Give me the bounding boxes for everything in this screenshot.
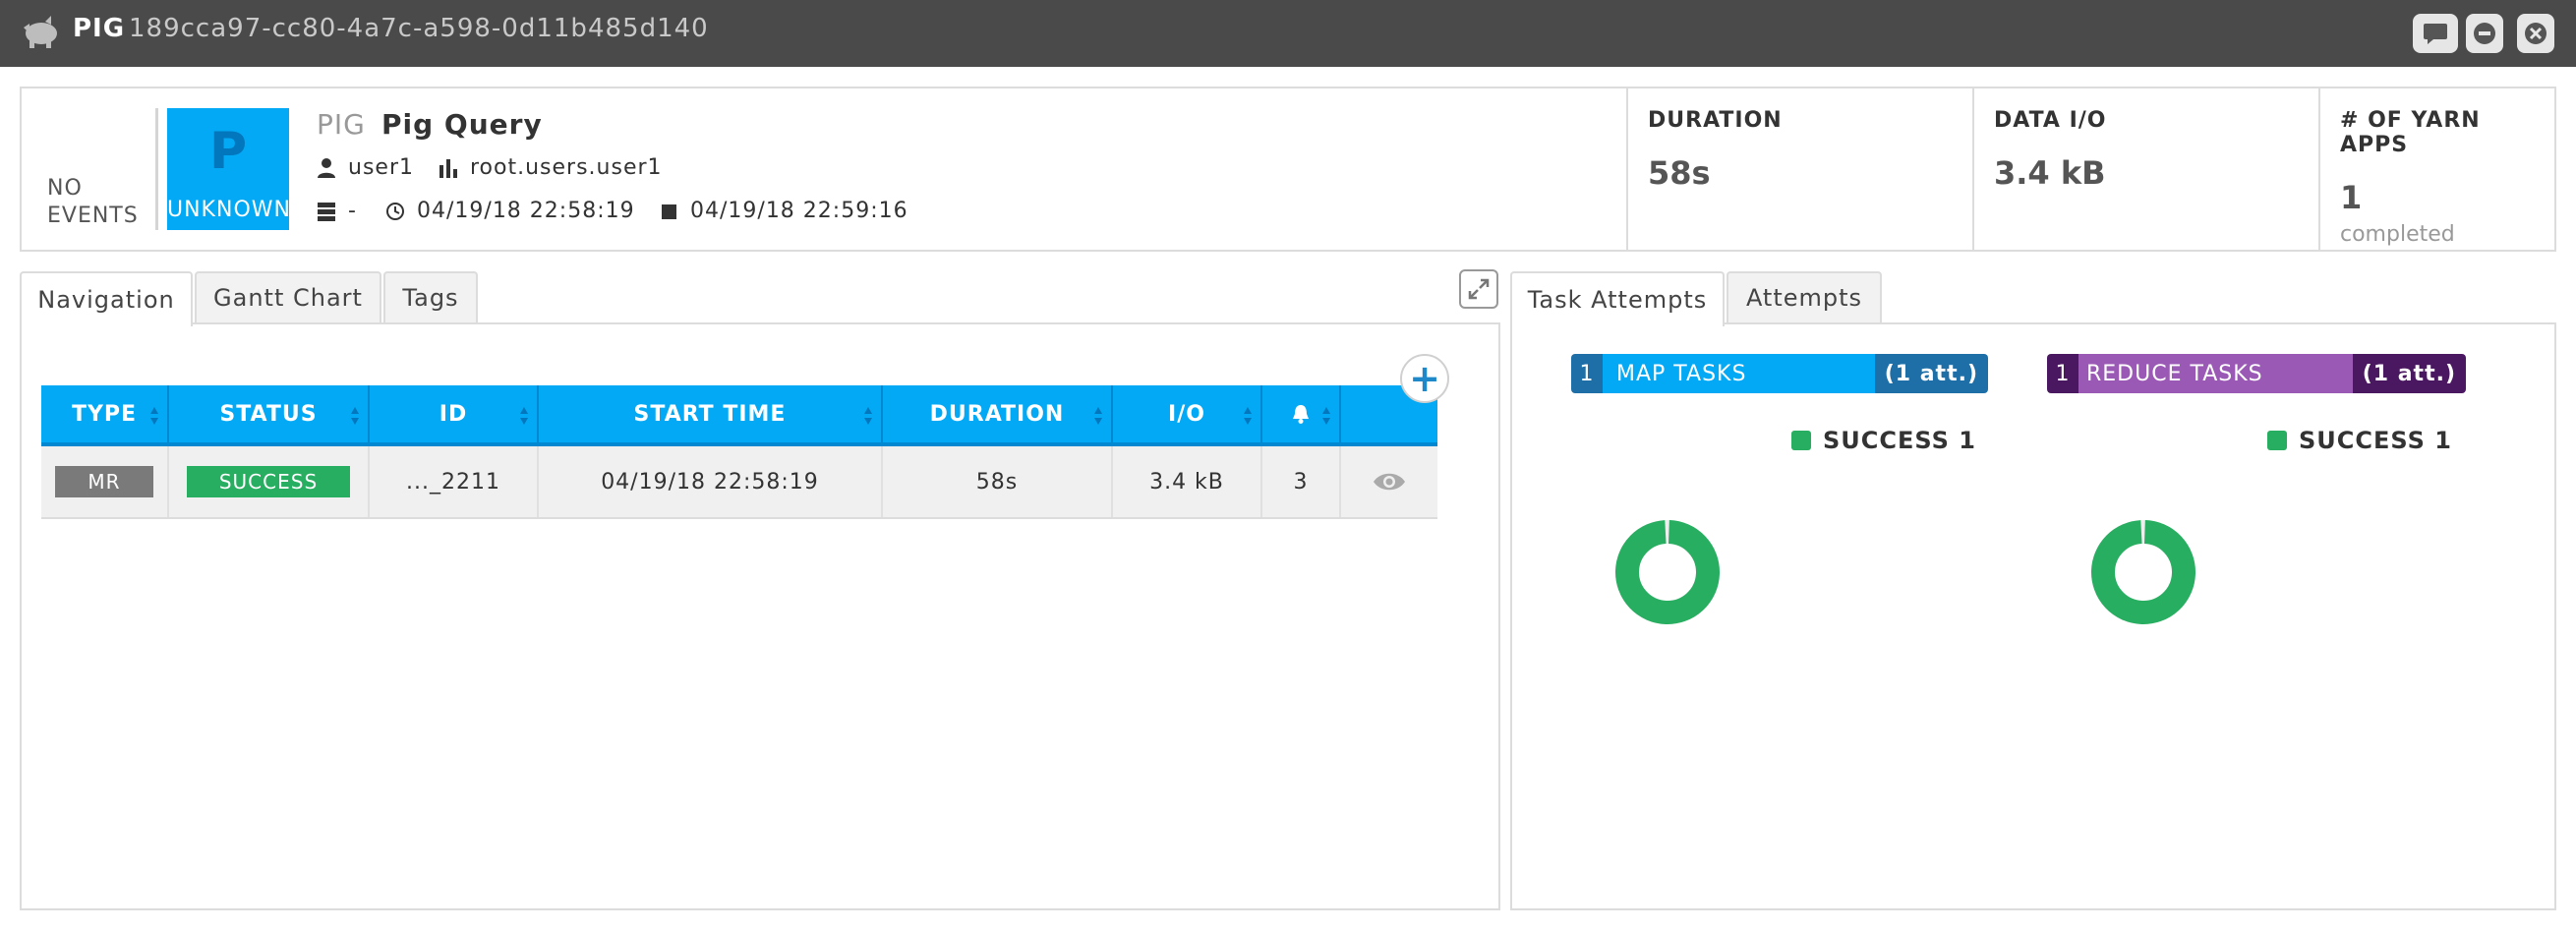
map-tasks-donut <box>1615 520 1720 624</box>
column-header-id[interactable]: ID <box>370 385 539 442</box>
cell-id[interactable]: ..._2211 <box>370 446 539 517</box>
dag-table: TYPE STATUS ID START TIME DURATION I/O M… <box>41 385 1437 519</box>
sort-icon[interactable] <box>863 405 873 427</box>
pig-icon <box>24 16 57 48</box>
success-swatch <box>1791 431 1811 450</box>
column-header-duration[interactable]: DURATION <box>883 385 1113 442</box>
query-type: PIG <box>317 108 366 141</box>
status-badge: SUCCESS <box>187 466 350 497</box>
map-tasks-label: MAP TASKS <box>1603 354 1875 393</box>
tab-task-attempts[interactable]: Task Attempts <box>1510 271 1725 326</box>
cell-io: 3.4 kB <box>1113 446 1262 517</box>
sort-icon[interactable] <box>350 405 360 427</box>
success-swatch <box>2267 431 2287 450</box>
reduce-tasks-bar[interactable]: 1 REDUCE TASKS (1 att.) <box>2047 354 2466 393</box>
status-text: UNKNOWN <box>167 198 291 222</box>
expand-button[interactable] <box>1459 269 1498 309</box>
cell-duration: 58s <box>883 446 1113 517</box>
minimize-icon <box>2474 23 2495 44</box>
table-row[interactable]: MR SUCCESS ..._2211 04/19/18 22:58:19 58… <box>41 446 1437 519</box>
map-tasks-count: 1 <box>1571 354 1603 393</box>
minimize-button[interactable] <box>2466 14 2503 53</box>
cell-start-time: 04/19/18 22:58:19 <box>539 446 883 517</box>
cluster-value: - <box>348 199 357 223</box>
data-io-value: 3.4 kB <box>1994 154 2106 192</box>
reduce-tasks-donut <box>2091 520 2195 624</box>
status-tile: P UNKNOWN <box>167 108 291 230</box>
expand-icon <box>1468 278 1490 300</box>
query-summary-header: NO EVENTS P UNKNOWN PIG Pig Query user1 … <box>20 87 2556 252</box>
sort-icon[interactable] <box>1321 405 1331 427</box>
user-name: user1 <box>348 155 414 180</box>
bell-icon <box>1293 405 1309 424</box>
tab-tags[interactable]: Tags <box>383 271 478 322</box>
add-column-button[interactable]: + <box>1400 354 1449 403</box>
window-type: PIG <box>73 14 126 43</box>
tab-attempts[interactable]: Attempts <box>1727 271 1882 322</box>
no-events-indicator: NO EVENTS <box>47 176 139 228</box>
column-header-alerts[interactable] <box>1262 385 1341 442</box>
sort-icon[interactable] <box>1093 405 1103 427</box>
clock-icon <box>386 202 404 220</box>
duration-value: 58s <box>1648 154 1711 192</box>
server-icon <box>318 202 335 221</box>
queue-info: root.users.user1 <box>439 155 663 180</box>
start-time: 04/19/18 22:58:19 <box>417 199 635 223</box>
close-icon <box>2525 23 2547 44</box>
title-bar: PIG 189cca97-cc80-4a7c-a598-0d11b485d140 <box>0 0 2576 67</box>
map-tasks-legend: SUCCESS 1 <box>1791 427 1976 454</box>
reduce-tasks-label: REDUCE TASKS <box>2078 354 2353 393</box>
yarn-apps-sub: completed <box>2340 222 2455 247</box>
stop-icon <box>662 204 676 219</box>
yarn-apps-value: 1 <box>2340 179 2363 216</box>
map-tasks-attempts: (1 att.) <box>1874 354 1988 393</box>
sort-icon[interactable] <box>149 405 159 427</box>
table-header: TYPE STATUS ID START TIME DURATION I/O <box>41 385 1437 446</box>
bar-chart-icon <box>439 158 457 178</box>
user-info: user1 <box>317 155 414 180</box>
cell-status: SUCCESS <box>169 446 370 517</box>
sort-icon[interactable] <box>1243 405 1253 427</box>
status-letter: P <box>208 122 248 181</box>
column-header-type[interactable]: TYPE <box>41 385 169 442</box>
duration-stat: DURATION 58s <box>1626 88 1972 250</box>
close-button[interactable] <box>2517 14 2554 53</box>
data-io-stat: DATA I/O 3.4 kB <box>1972 88 2318 250</box>
reduce-tasks-count: 1 <box>2047 354 2078 393</box>
column-header-start-time[interactable]: START TIME <box>539 385 883 442</box>
sort-icon[interactable] <box>519 405 529 427</box>
end-time-info: 04/19/18 22:59:16 <box>661 199 908 223</box>
comment-button[interactable] <box>2413 14 2458 53</box>
tab-gantt-chart[interactable]: Gantt Chart <box>195 271 381 322</box>
user-icon <box>318 157 335 178</box>
reduce-tasks-attempts: (1 att.) <box>2352 354 2466 393</box>
start-time-info: 04/19/18 22:58:19 <box>385 199 635 223</box>
eye-icon[interactable] <box>1373 471 1406 493</box>
tab-navigation[interactable]: Navigation <box>20 271 193 326</box>
query-name: Pig Query <box>381 108 543 141</box>
map-tasks-bar[interactable]: 1 MAP TASKS (1 att.) <box>1571 354 1988 393</box>
end-time: 04/19/18 22:59:16 <box>690 199 908 223</box>
cell-alerts: 3 <box>1262 446 1341 517</box>
queue-name: root.users.user1 <box>470 155 663 180</box>
cell-actions <box>1341 446 1437 517</box>
window-query-id: 189cca97-cc80-4a7c-a598-0d11b485d140 <box>129 14 709 43</box>
column-header-status[interactable]: STATUS <box>169 385 370 442</box>
type-badge: MR <box>55 466 153 497</box>
reduce-tasks-legend: SUCCESS 1 <box>2267 427 2452 454</box>
divider <box>155 108 158 230</box>
cluster-info: - <box>317 199 357 223</box>
plus-icon: + <box>1409 357 1440 400</box>
comment-icon <box>2424 24 2447 44</box>
cell-type: MR <box>41 446 169 517</box>
yarn-apps-stat: # OF YARN APPS 1 completed <box>2318 88 2554 250</box>
column-header-io[interactable]: I/O <box>1113 385 1262 442</box>
